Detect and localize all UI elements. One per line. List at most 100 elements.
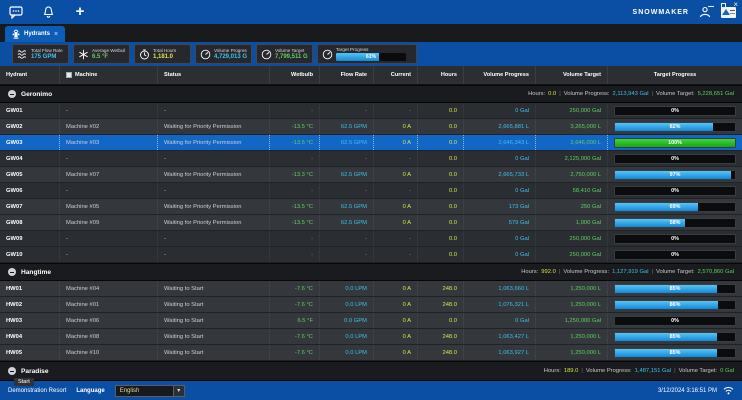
- cell-volume-target: 2,750,000 L: [536, 167, 608, 182]
- cell-hours: 248.0: [418, 297, 464, 312]
- hydrant-row[interactable]: GW06 - - - - - 0.0 0 Gal 58,410 Gal 0%: [0, 183, 742, 199]
- cell-volume-target: 1,250,000 L: [536, 329, 608, 344]
- add-tab-icon[interactable]: +: [72, 4, 88, 20]
- col-machine[interactable]: Machine: [60, 66, 158, 84]
- progress-percent: 0%: [615, 251, 735, 259]
- cell-wetbulb: -: [270, 103, 320, 118]
- cell-hydrant: HW01: [0, 281, 60, 296]
- cell-current: 0 A: [374, 119, 418, 134]
- group-hours: 0.0: [548, 91, 556, 97]
- wifi-icon[interactable]: [723, 386, 734, 395]
- stat-label: Volume Target: [275, 48, 308, 53]
- close-button[interactable]: ×: [733, 1, 738, 9]
- cell-flow-rate: -: [320, 103, 374, 118]
- hydrant-row[interactable]: GW02 Machine #02 Waiting for Priority Pe…: [0, 119, 742, 135]
- group-volume-target: 5,228,651 Gal: [698, 91, 734, 97]
- col-status[interactable]: Status: [158, 66, 270, 84]
- hydrant-row[interactable]: GW03 Machine #03 Waiting for Priority Pe…: [0, 135, 742, 151]
- progress-percent: 0%: [615, 187, 735, 195]
- bell-icon[interactable]: [40, 4, 56, 20]
- hydrant-row[interactable]: HW04 Machine #08 Waiting to Start -7.6 °…: [0, 329, 742, 345]
- cell-flow-rate: 62.5 GPM: [320, 215, 374, 230]
- cell-hours: 248.0: [418, 281, 464, 296]
- progress-percent: 0%: [615, 107, 735, 115]
- progress-percent: 85%: [615, 349, 735, 357]
- gauge-icon: [200, 49, 211, 60]
- minimize-button[interactable]: [708, 6, 714, 7]
- status-bar: Demonstration Resort Language English ▾ …: [0, 381, 742, 400]
- cell-volume-progress: 579 Gal: [464, 215, 536, 230]
- cell-volume-progress: 2,665,881 L: [464, 119, 536, 134]
- cell-target-progress: 82%: [608, 119, 742, 134]
- hydrant-row[interactable]: HW05 Machine #10 Waiting to Start -7.6 °…: [0, 345, 742, 361]
- cell-status: -: [158, 231, 270, 246]
- cell-target-progress: 0%: [608, 313, 742, 328]
- progress-percent: 0%: [615, 235, 735, 243]
- progress-percent: 69%: [615, 203, 735, 211]
- cell-status: Waiting for Priority Permission: [158, 167, 270, 182]
- col-hydrant[interactable]: Hydrant: [0, 66, 60, 84]
- cell-volume-progress: 1,063,427 L: [464, 329, 536, 344]
- start-button[interactable]: Start: [14, 378, 34, 386]
- col-target-progress[interactable]: Target Progress: [608, 66, 742, 84]
- cell-hydrant: GW06: [0, 183, 60, 198]
- cell-current: -: [374, 103, 418, 118]
- hydrant-row[interactable]: GW04 - - - - - 0.0 0 Gal 2,125,000 Gal 0…: [0, 151, 742, 167]
- cell-hours: 0.0: [418, 151, 464, 166]
- tab-label: Hydrants: [24, 31, 50, 37]
- cell-wetbulb: -13.3 °C: [270, 167, 320, 182]
- cell-flow-rate: -: [320, 151, 374, 166]
- hydrant-row[interactable]: GW05 Machine #07 Waiting for Priority Pe…: [0, 167, 742, 183]
- hydrant-row[interactable]: HW02 Machine #01 Waiting to Start -7.6 °…: [0, 297, 742, 313]
- cell-status: -: [158, 247, 270, 262]
- cell-wetbulb: -7.6 °C: [270, 297, 320, 312]
- collapse-icon[interactable]: [8, 367, 16, 375]
- cell-hydrant: GW02: [0, 119, 60, 134]
- hydrant-row[interactable]: GW09 - - - - - 0.0 0 Gal 250,000 Gal 0%: [0, 231, 742, 247]
- group-header[interactable]: Hangtime Hours: 992.0 | Volume Progress:…: [0, 263, 742, 281]
- cell-machine: Machine #03: [60, 135, 158, 150]
- restore-button[interactable]: [721, 3, 726, 8]
- chat-icon[interactable]: [8, 4, 24, 20]
- progress-percent: 0%: [615, 317, 735, 325]
- chevron-down-icon[interactable]: ▾: [173, 386, 184, 396]
- col-hours[interactable]: Hours: [418, 66, 464, 84]
- col-volume-progress[interactable]: Volume Progress: [464, 66, 536, 84]
- hydrant-row[interactable]: GW01 - - - - - 0.0 0 Gal 250,000 Gal 0%: [0, 103, 742, 119]
- hydrant-row[interactable]: GW07 Machine #05 Waiting for Priority Pe…: [0, 199, 742, 215]
- collapse-icon[interactable]: [8, 268, 16, 276]
- hydrant-row[interactable]: HW03 Machine #06 Waiting to Start 6.5 °F…: [0, 313, 742, 329]
- cell-wetbulb: 6.5 °F: [270, 313, 320, 328]
- cell-flow-rate: 62.5 GPM: [320, 135, 374, 150]
- col-volume-target[interactable]: Volume Target: [536, 66, 608, 84]
- progress-bar: 85%: [614, 284, 736, 294]
- language-select[interactable]: English ▾: [115, 385, 185, 397]
- col-current[interactable]: Current: [374, 66, 418, 84]
- group-header[interactable]: Geronimo Hours: 0.0 | Volume Progress: 2…: [0, 85, 742, 103]
- resort-name: Demonstration Resort: [8, 388, 66, 394]
- hydrant-row[interactable]: HW01 Machine #04 Waiting to Start -7.6 °…: [0, 281, 742, 297]
- hydrant-row[interactable]: GW08 Machine #09 Waiting for Priority Pe…: [0, 215, 742, 231]
- tab-close-icon[interactable]: ×: [54, 31, 58, 38]
- collapse-icon[interactable]: [8, 90, 16, 98]
- progress-bar: 0%: [614, 186, 736, 196]
- hydrant-row[interactable]: GW10 - - - - - 0.0 0 Gal 250,000 Gal 0%: [0, 247, 742, 263]
- cell-hydrant: GW05: [0, 167, 60, 182]
- cell-machine: Machine #08: [60, 329, 158, 344]
- stat-card-volume-target: Volume Target 7,799,511 Gal: [256, 44, 313, 64]
- cell-target-progress: 97%: [608, 167, 742, 182]
- group-header[interactable]: Paradise Hours: 189.0 | Volume Progress:…: [0, 361, 742, 381]
- select-all-checkbox[interactable]: [66, 72, 72, 78]
- cell-wetbulb: -13.5 °C: [270, 119, 320, 134]
- col-flow-rate[interactable]: Flow Rate: [320, 66, 374, 84]
- cell-status: Waiting to Start: [158, 297, 270, 312]
- tab-hydrants[interactable]: Hydrants ×: [5, 26, 65, 42]
- cell-volume-progress: 0 Gal: [464, 103, 536, 118]
- col-wetbulb[interactable]: Wetbulb: [270, 66, 320, 84]
- cell-hours: 0.0: [418, 103, 464, 118]
- cell-volume-progress: 1,063,927 L: [464, 345, 536, 360]
- group-name: Hangtime: [21, 269, 51, 276]
- cell-target-progress: 86%: [608, 297, 742, 312]
- cell-target-progress: 58%: [608, 215, 742, 230]
- stat-value: 1,181.0: [153, 54, 176, 60]
